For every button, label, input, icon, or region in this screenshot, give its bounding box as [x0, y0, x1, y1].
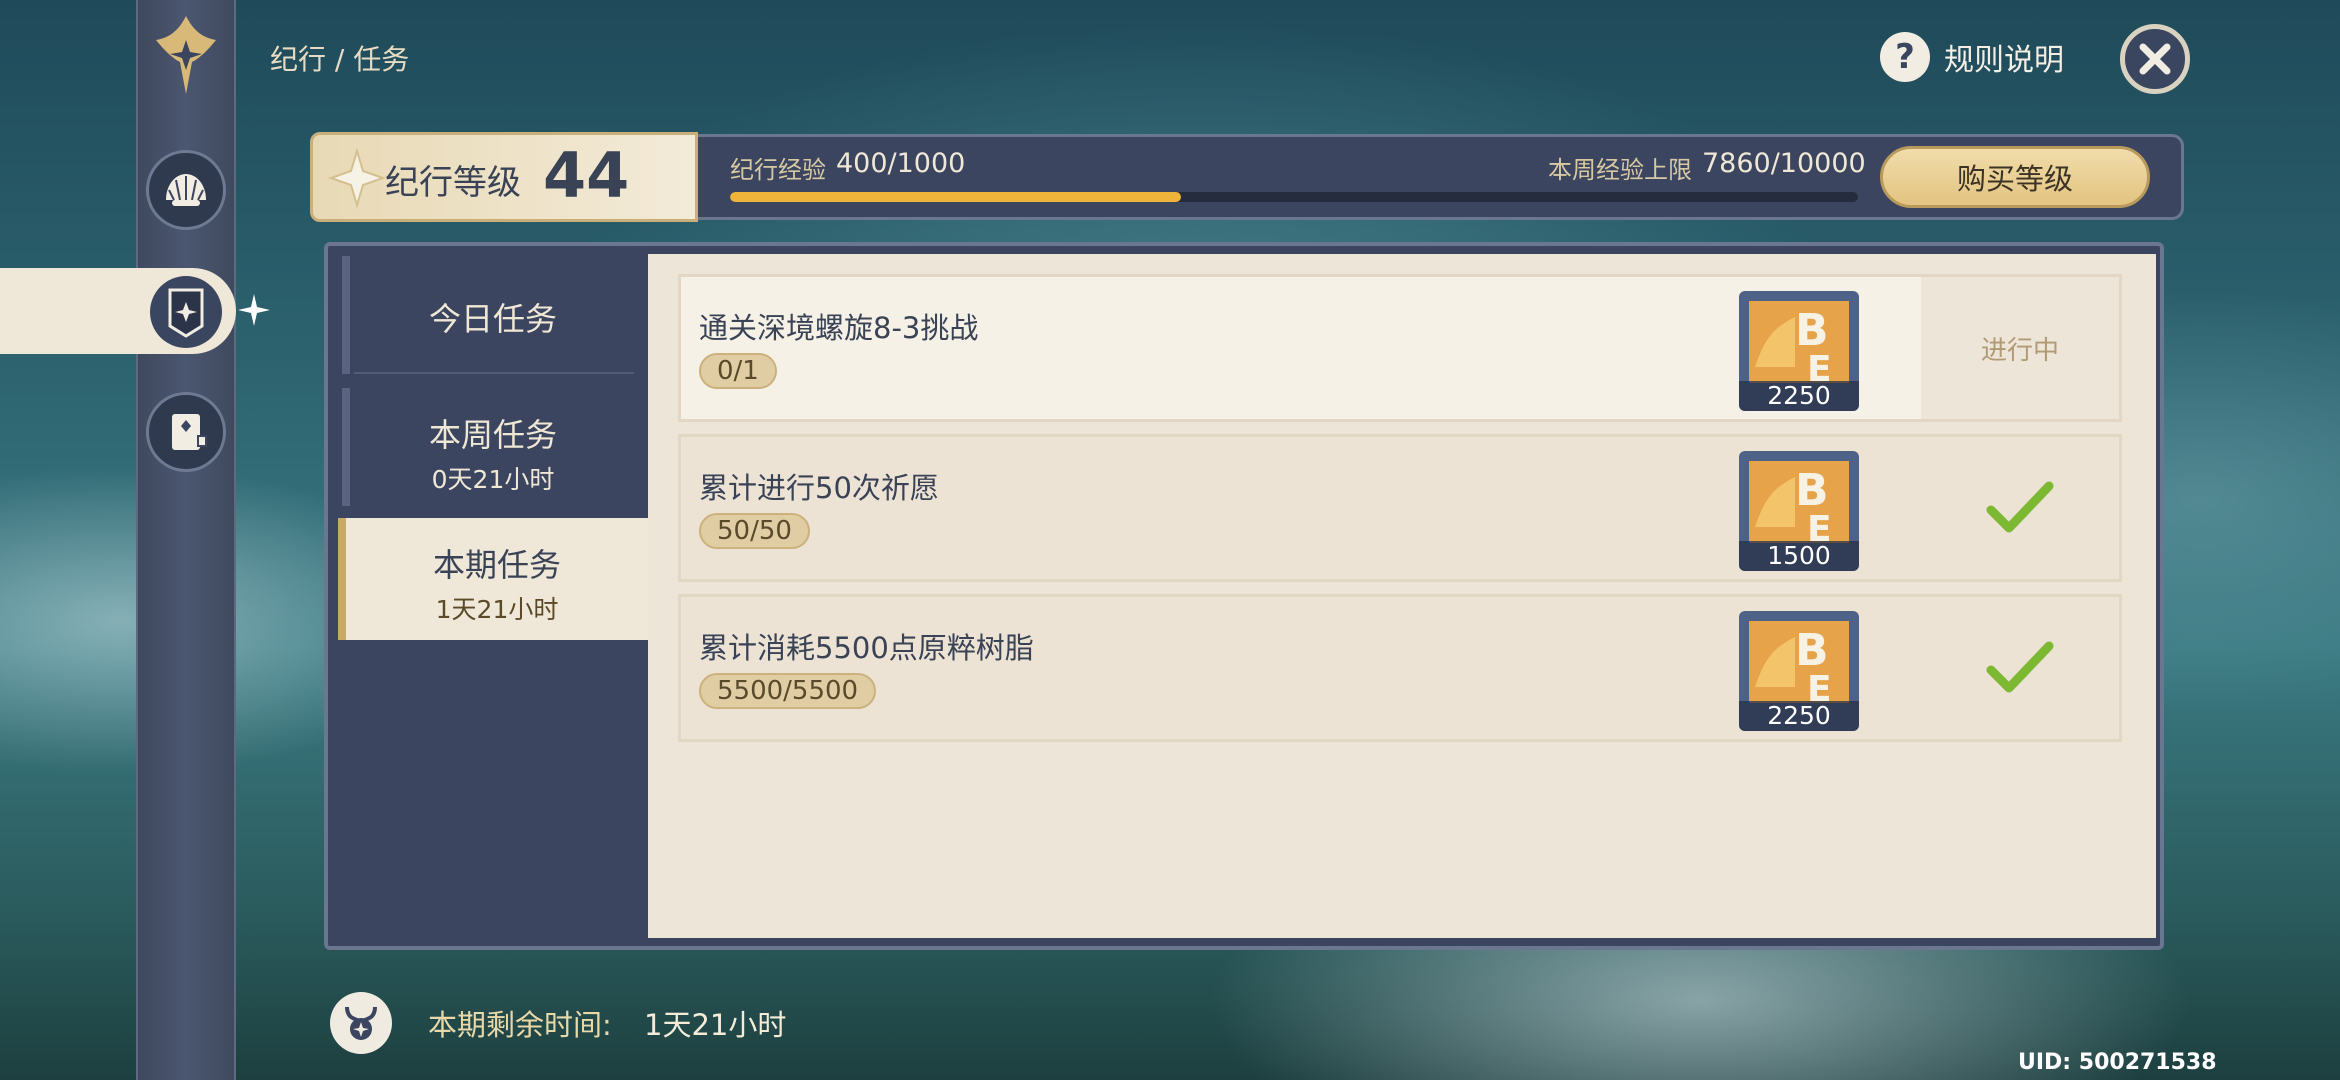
rules-button[interactable]: ? 规则说明	[1880, 32, 2064, 82]
task-count: 50/50	[699, 513, 810, 549]
close-icon	[2139, 43, 2171, 75]
task-row[interactable]: 通关深境螺旋8-3挑战 0/1 B E 2250 进行中	[678, 274, 2122, 422]
task-status: 进行中	[1921, 277, 2119, 419]
weekly-cap-label: 本周经验上限	[1548, 156, 1692, 184]
buy-level-button[interactable]: 购买等级	[1880, 146, 2150, 208]
level-emblem-icon	[327, 147, 387, 209]
question-icon: ?	[1880, 32, 1930, 82]
task-status	[1921, 437, 2119, 579]
svg-text:E: E	[1807, 349, 1832, 383]
remaining-time-value: 1天21小时	[644, 1008, 787, 1042]
tab-title: 本期任务	[432, 546, 561, 584]
card-icon	[172, 414, 207, 450]
task-title: 通关深境螺旋8-3挑战	[699, 311, 979, 345]
tab-subtitle: 0天21小时	[431, 465, 555, 494]
reward-qty: 2250	[1739, 701, 1859, 731]
exp-label: 纪行经验	[730, 156, 826, 184]
reward-item[interactable]: B E 1500	[1739, 451, 1859, 571]
breadcrumb: 纪行 / 任务	[270, 43, 410, 76]
shell-icon	[166, 174, 206, 206]
status-text: 进行中	[1980, 335, 2059, 366]
tab-title: 本周任务	[428, 416, 557, 454]
exp-progress-bar	[730, 192, 1858, 202]
check-icon	[1986, 481, 2054, 533]
exp-book-icon: B E	[1749, 301, 1849, 383]
level-value: 44	[543, 139, 630, 212]
battle-pass-emblem-icon	[156, 16, 216, 94]
task-title: 累计消耗5500点原粹树脂	[699, 631, 1034, 665]
tab-daily[interactable]: 今日任务	[338, 294, 648, 340]
close-button[interactable]	[2120, 24, 2190, 94]
level-box: 纪行等级 44	[310, 132, 698, 222]
task-count: 0/1	[699, 353, 777, 389]
level-label: 纪行等级	[385, 163, 521, 203]
exp-book-icon: B E	[1749, 461, 1849, 543]
reward-item[interactable]: B E 2250	[1739, 611, 1859, 731]
reward-qty: 1500	[1739, 541, 1859, 571]
task-count: 5500/5500	[699, 673, 877, 709]
task-list: 通关深境螺旋8-3挑战 0/1 B E 2250 进行中 累计进行50次祈愿 5…	[648, 254, 2156, 938]
banner-icon	[168, 288, 204, 338]
check-icon	[1986, 641, 2054, 693]
exp-progress-fill	[730, 192, 1182, 202]
timer-icon	[330, 992, 392, 1054]
sparkle-icon	[238, 294, 270, 326]
horn-icon	[345, 1006, 377, 1040]
exp-value: 400/1000	[836, 148, 966, 179]
task-row[interactable]: 累计消耗5500点原粹树脂 5500/5500 B E 2250	[678, 594, 2122, 742]
weekly-cap-value: 7860/10000	[1702, 148, 1866, 179]
svg-text:E: E	[1807, 669, 1832, 703]
remaining-time-label: 本期剩余时间:	[428, 1008, 612, 1042]
tab-subtitle: 1天21小时	[435, 595, 559, 624]
svg-text:E: E	[1807, 509, 1832, 543]
task-row[interactable]: 累计进行50次祈愿 50/50 B E 1500	[678, 434, 2122, 582]
tab-weekly[interactable]: 本周任务 0天21小时	[338, 410, 648, 496]
tab-season[interactable]: 本期任务 1天21小时	[338, 518, 648, 640]
nav-shop-button[interactable]	[146, 392, 226, 472]
reward-item[interactable]: B E 2250	[1739, 291, 1859, 411]
rules-label: 规则说明	[1944, 43, 2064, 78]
tab-divider	[354, 372, 634, 374]
task-title: 累计进行50次祈愿	[699, 471, 939, 505]
tab-title: 今日任务	[428, 300, 557, 338]
reward-qty: 2250	[1739, 381, 1859, 411]
nav-tasks-button[interactable]	[150, 276, 222, 348]
exp-book-icon: B E	[1749, 621, 1849, 703]
uid-label: UID: 500271538	[2018, 1050, 2217, 1075]
nav-rewards-button[interactable]	[146, 150, 226, 230]
task-status	[1921, 597, 2119, 739]
